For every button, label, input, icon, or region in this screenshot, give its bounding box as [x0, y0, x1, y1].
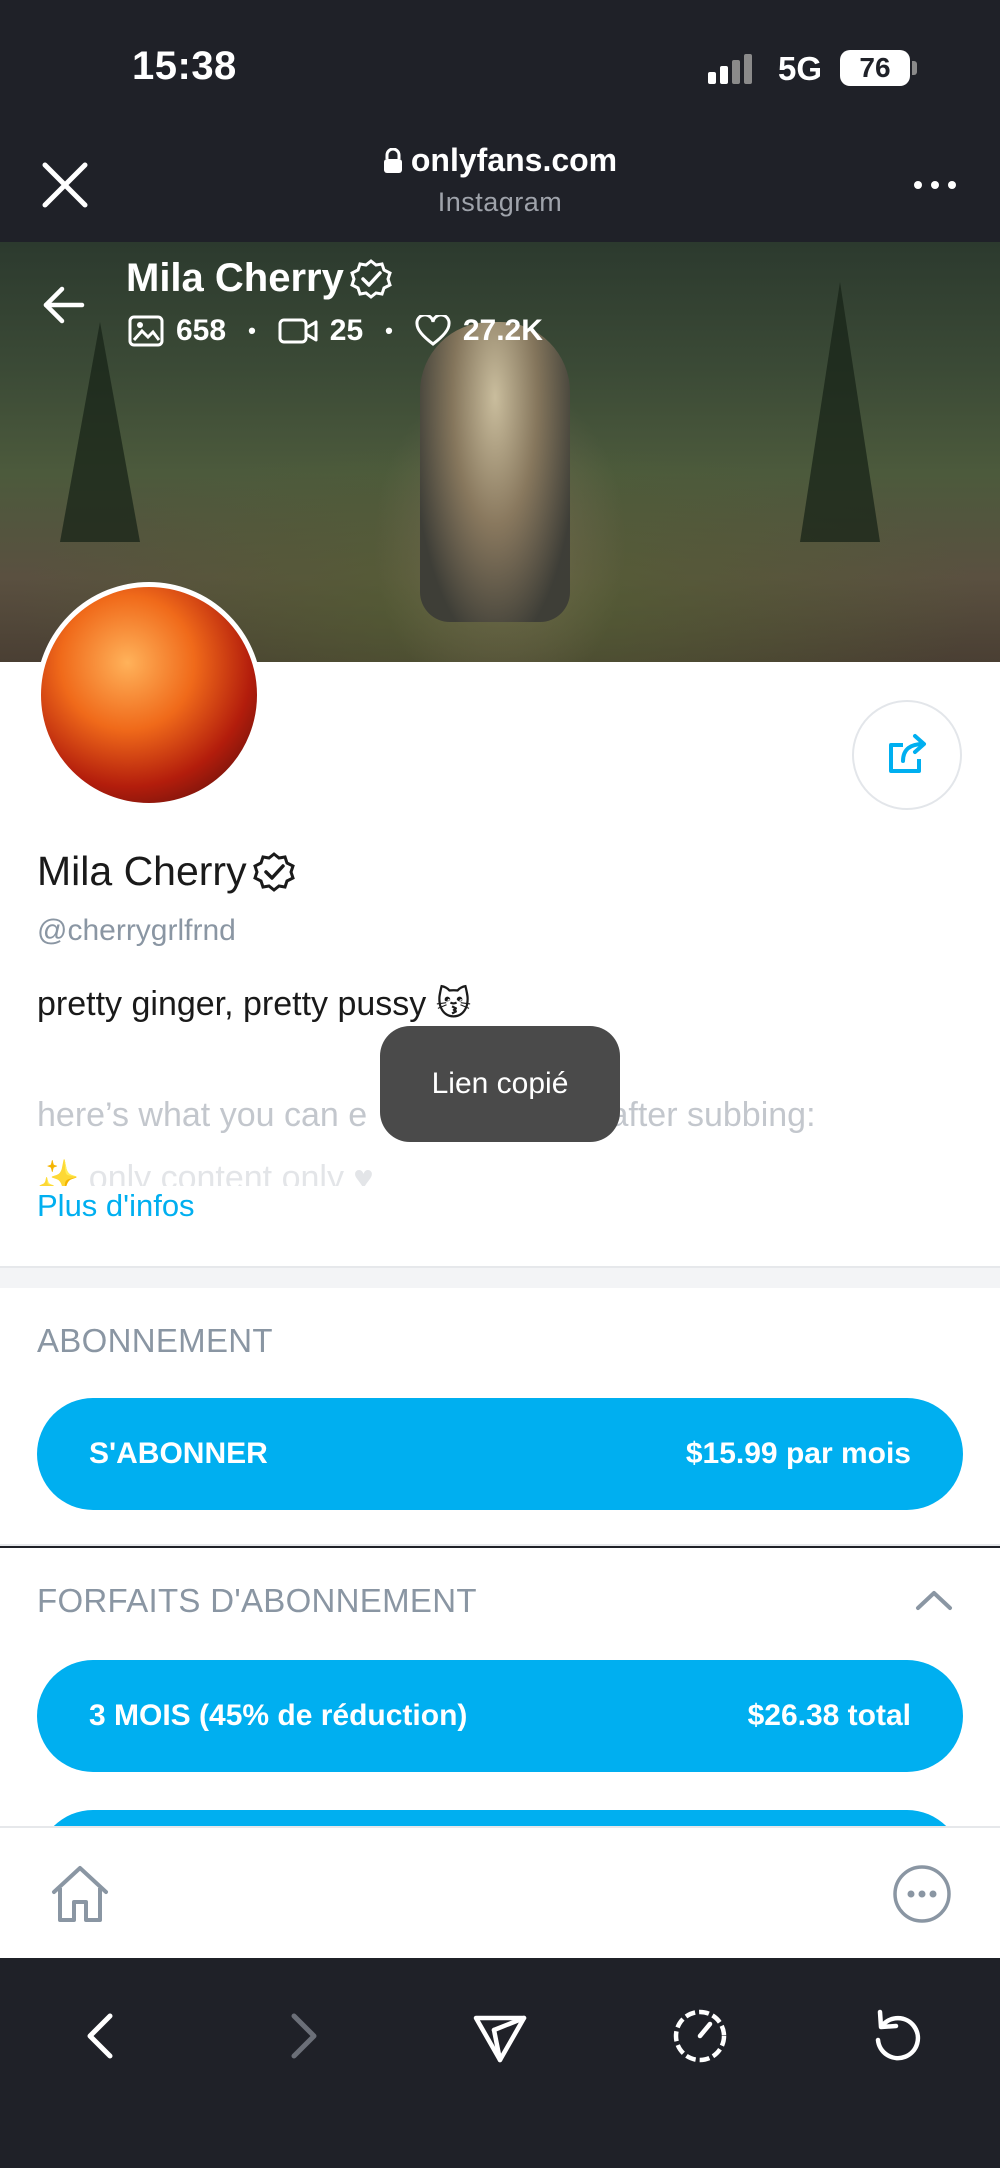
bio-line: pretty ginger, pretty pussy 😽: [37, 985, 472, 1023]
bundle-button[interactable]: 3 MOIS (45% de réduction) $26.38 total: [37, 1660, 963, 1772]
back-nav-icon[interactable]: [72, 2006, 132, 2066]
image-icon: [128, 315, 164, 347]
toast-notification: Lien copié: [380, 1026, 620, 1142]
back-arrow-icon[interactable]: [40, 282, 86, 328]
subscribe-label: S'ABONNER: [89, 1437, 268, 1470]
video-icon: [278, 318, 318, 344]
profile-handle: @cherrygrlfrnd: [37, 914, 236, 947]
profile-name: Mila Cherry: [37, 848, 247, 894]
bio-line-faded: ✨ only content only ♥: [37, 1159, 374, 1186]
profile-section: Mila Cherry @cherrygrlfrnd pretty ginger…: [0, 582, 1000, 1266]
verified-badge-icon: [252, 851, 295, 892]
speed-gauge-icon[interactable]: [670, 2006, 730, 2066]
separator-dot: •: [248, 318, 256, 343]
cover-name: Mila Cherry: [126, 256, 344, 300]
subscribe-price: $15.99 par mois: [685, 1437, 911, 1470]
forward-nav-icon[interactable]: [272, 2006, 332, 2066]
home-icon[interactable]: [48, 1862, 112, 1926]
menu-more-icon[interactable]: [892, 1864, 952, 1924]
send-icon[interactable]: [470, 2006, 530, 2066]
photos-count: 658: [176, 314, 227, 347]
separator-dot: •: [385, 318, 393, 343]
subscription-title: ABONNEMENT: [37, 1322, 273, 1359]
bundles-section: FORFAITS D'ABONNEMENT 3 MOIS (45% de réd…: [0, 1548, 1000, 1826]
bundles-title: FORFAITS D'ABONNEMENT: [37, 1582, 477, 1619]
heart-icon: [415, 315, 451, 346]
section-divider: [0, 1266, 1000, 1288]
chevron-up-icon[interactable]: [914, 1588, 954, 1612]
subscription-section: ABONNEMENT S'ABONNER $15.99 par mois: [0, 1288, 1000, 1546]
status-time: 15:38: [132, 44, 237, 88]
videos-count: 25: [329, 314, 364, 347]
url-text: onlyfans.com: [410, 142, 618, 178]
battery-indicator: 76: [840, 50, 917, 86]
network-type: 5G: [778, 50, 823, 87]
bundle-button-partial[interactable]: [37, 1810, 963, 1826]
likes-count: 27.2K: [462, 314, 543, 347]
share-icon: [889, 734, 926, 773]
share-button[interactable]: [852, 700, 962, 810]
subscribe-button[interactable]: S'ABONNER $15.99 par mois: [37, 1398, 963, 1510]
bio-line-start: here’s what you can e: [37, 1096, 368, 1134]
status-bar: 15:38 5G 76: [0, 0, 1000, 130]
bundle-price: $26.38 total: [747, 1699, 911, 1732]
browser-nav-bar: [0, 1958, 1000, 2168]
app-bottom-bar: [0, 1826, 1000, 1958]
more-options-icon[interactable]: [910, 170, 960, 200]
browser-top-bar: onlyfans.com Instagram: [0, 130, 1000, 242]
address-bar[interactable]: onlyfans.com Instagram: [0, 142, 1000, 218]
verified-badge-icon: [350, 258, 392, 299]
cover-stats: 658 • 25 • 27.2K: [128, 314, 543, 348]
url-source: Instagram: [437, 187, 563, 217]
cover-header: Mila Cherry 658 • 25 • 27.2K: [0, 242, 1000, 382]
avatar[interactable]: [36, 582, 262, 808]
reload-icon[interactable]: [868, 2006, 928, 2066]
signal-icon: [708, 54, 752, 84]
more-info-link[interactable]: Plus d'infos: [37, 1188, 195, 1224]
lock-icon: [383, 147, 402, 173]
bundle-label: 3 MOIS (45% de réduction): [89, 1699, 468, 1732]
